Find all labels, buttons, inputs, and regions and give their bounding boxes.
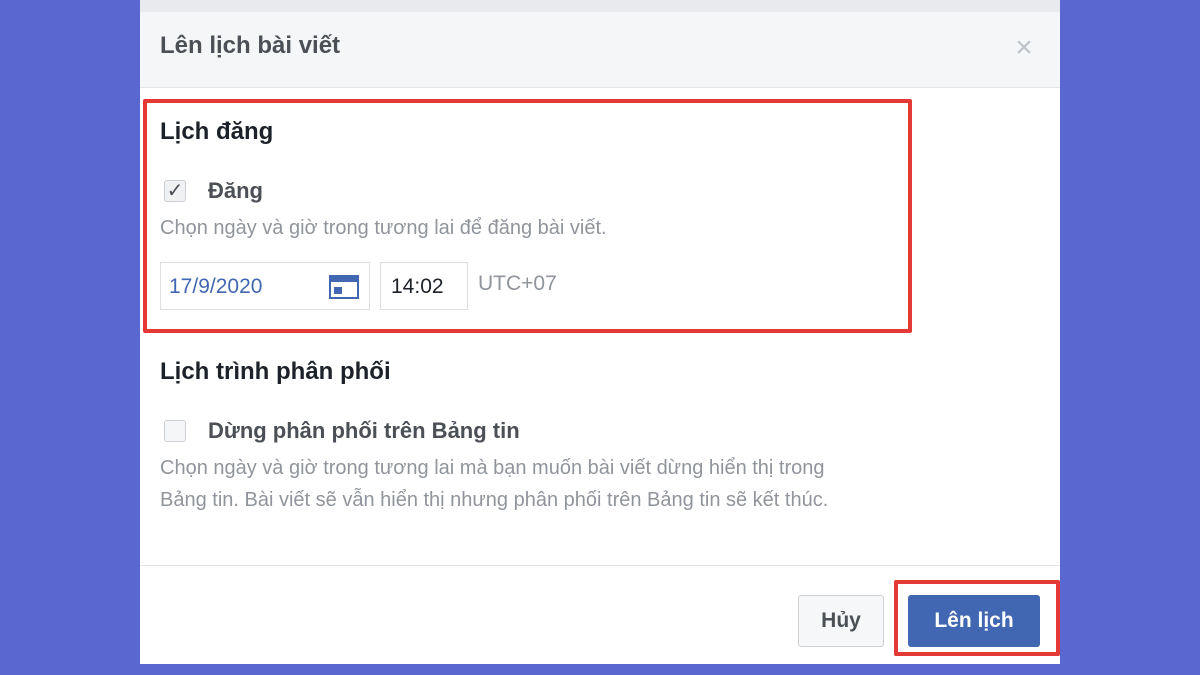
- stop-distribution-label: Dừng phân phối trên Bảng tin: [208, 418, 520, 443]
- dialog-title: Lên lịch bài viết: [160, 32, 341, 59]
- schedule-highlight-frame: [143, 99, 912, 333]
- schedule-button-highlight-frame: [894, 580, 1060, 656]
- distribution-description-line1: Chọn ngày và giờ trong tương lai mà bạn …: [160, 457, 825, 479]
- dialog-header: Lên lịch bài viết ×: [140, 12, 1060, 88]
- distribution-description-line2: Bảng tin. Bài viết sẽ vẫn hiển thị nhưng…: [160, 489, 829, 511]
- close-icon[interactable]: ×: [1010, 33, 1038, 63]
- cancel-button[interactable]: Hủy: [798, 595, 884, 647]
- background-strip: [140, 0, 1060, 12]
- stop-distribution-checkbox[interactable]: [164, 420, 186, 442]
- schedule-post-dialog: Lên lịch bài viết × Lịch đăng ✓ Đăng Chọ…: [140, 12, 1060, 664]
- stop-distribution-checkbox-row[interactable]: Dừng phân phối trên Bảng tin: [164, 418, 520, 444]
- distribution-section-title: Lịch trình phân phối: [160, 358, 391, 385]
